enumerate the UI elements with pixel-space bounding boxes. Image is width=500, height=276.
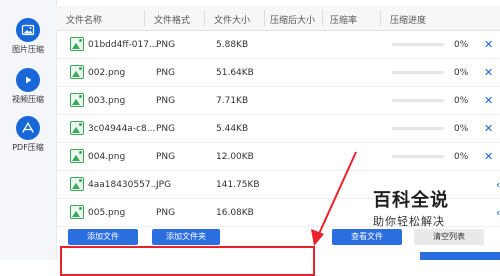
chevron-left-icon[interactable]: ‹ [496, 178, 500, 191]
file-format: PNG [156, 96, 176, 106]
file-format: PNG [156, 124, 176, 134]
table-row[interactable]: 002.png PNG 51.64KB 0% ✕ [56, 59, 500, 87]
image-icon [16, 18, 40, 42]
progress-percent: 0% [454, 124, 469, 134]
chevron-left-icon[interactable]: ‹ [496, 206, 500, 219]
file-format: PNG [156, 40, 176, 50]
file-size: 5.44KB [216, 124, 249, 134]
column-header-compressed-size[interactable]: 压缩后大小 [270, 13, 315, 26]
table-row[interactable]: 3c04944a-c8... PNG 5.44KB 0% ✕ [56, 115, 500, 143]
file-size: 12.00KB [216, 152, 254, 162]
file-name: 4aa18430557... [88, 180, 160, 190]
progress-percent: 0% [454, 96, 469, 106]
column-divider [144, 10, 145, 26]
progress-bar [392, 155, 444, 158]
column-divider [322, 10, 323, 26]
remove-icon[interactable]: ✕ [484, 94, 493, 107]
progress-percent: 0% [454, 68, 469, 78]
highlight-box [60, 246, 315, 276]
table-row[interactable]: 004.png PNG 12.00KB 0% ✕ [56, 143, 500, 171]
table-header: 文件名称 文件格式 文件大小 压缩后大小 压缩率 压缩进度 [56, 6, 500, 31]
bottom-right-bar [420, 252, 500, 260]
file-format: PNG [156, 152, 176, 162]
file-format: PNG [156, 208, 176, 218]
file-name: 004.png [88, 152, 126, 162]
column-divider [380, 10, 381, 26]
clear-list-button[interactable]: 清空列表 [414, 229, 484, 245]
progress-bar [392, 71, 444, 74]
image-file-icon [70, 149, 84, 163]
view-file-button[interactable]: 查看文件 [332, 229, 402, 245]
progress-bar [392, 99, 444, 102]
column-header-ratio[interactable]: 压缩率 [330, 13, 357, 26]
column-header-format[interactable]: 文件格式 [154, 13, 190, 26]
sidebar-item-label: 图片压缩 [12, 45, 44, 54]
table-row[interactable]: 003.png PNG 7.71KB 0% ✕ [56, 87, 500, 115]
sidebar-item-label: PDF压缩 [12, 143, 44, 152]
add-folder-button[interactable]: 添加文件夹 [152, 229, 220, 245]
progress-bar [392, 127, 444, 130]
file-size: 7.71KB [216, 96, 249, 106]
watermark-subtitle: 助你轻松解决 [373, 215, 445, 228]
file-size: 16.08KB [216, 208, 254, 218]
image-file-icon [70, 205, 84, 219]
pdf-icon [16, 116, 40, 140]
file-name: 005.png [88, 208, 126, 218]
image-file-icon [70, 37, 84, 51]
remove-icon[interactable]: ✕ [484, 150, 493, 163]
file-format: PNG [156, 68, 176, 78]
image-file-icon [70, 121, 84, 135]
image-file-icon [70, 93, 84, 107]
column-divider [264, 10, 265, 26]
sidebar-item-label: 视频压缩 [12, 95, 44, 104]
table-row[interactable]: 01bdd4ff-017... PNG 5.88KB 0% ✕ [56, 31, 500, 59]
add-file-button[interactable]: 添加文件 [68, 229, 138, 245]
file-name: 01bdd4ff-017... [88, 40, 158, 50]
file-name: 3c04944a-c8... [88, 124, 156, 134]
sidebar-item-image-compress[interactable]: 图片压缩 [0, 18, 56, 55]
image-file-icon [70, 177, 84, 191]
column-header-size[interactable]: 文件大小 [214, 13, 250, 26]
remove-icon[interactable]: ✕ [484, 122, 493, 135]
remove-icon[interactable]: ✕ [484, 66, 493, 79]
progress-percent: 0% [454, 40, 469, 50]
progress-bar [392, 43, 444, 46]
file-name: 003.png [88, 96, 126, 106]
play-icon [16, 68, 40, 92]
sidebar-item-video-compress[interactable]: 视频压缩 [0, 68, 56, 105]
column-header-progress[interactable]: 压缩进度 [390, 13, 426, 26]
column-divider [204, 10, 205, 26]
file-size: 5.88KB [216, 40, 249, 50]
sidebar: 图片压缩 视频压缩 PDF压缩 [0, 0, 57, 260]
watermark-title: 百科全说 [373, 190, 449, 211]
file-name: 002.png [88, 68, 126, 78]
image-file-icon [70, 65, 84, 79]
progress-percent: 0% [454, 152, 469, 162]
file-size: 141.75KB [216, 180, 260, 190]
file-format: JPG [156, 180, 172, 190]
remove-icon[interactable]: ✕ [484, 38, 493, 51]
file-size: 51.64KB [216, 68, 254, 78]
sidebar-item-pdf-compress[interactable]: PDF压缩 [0, 116, 56, 153]
column-header-name[interactable]: 文件名称 [66, 13, 102, 26]
